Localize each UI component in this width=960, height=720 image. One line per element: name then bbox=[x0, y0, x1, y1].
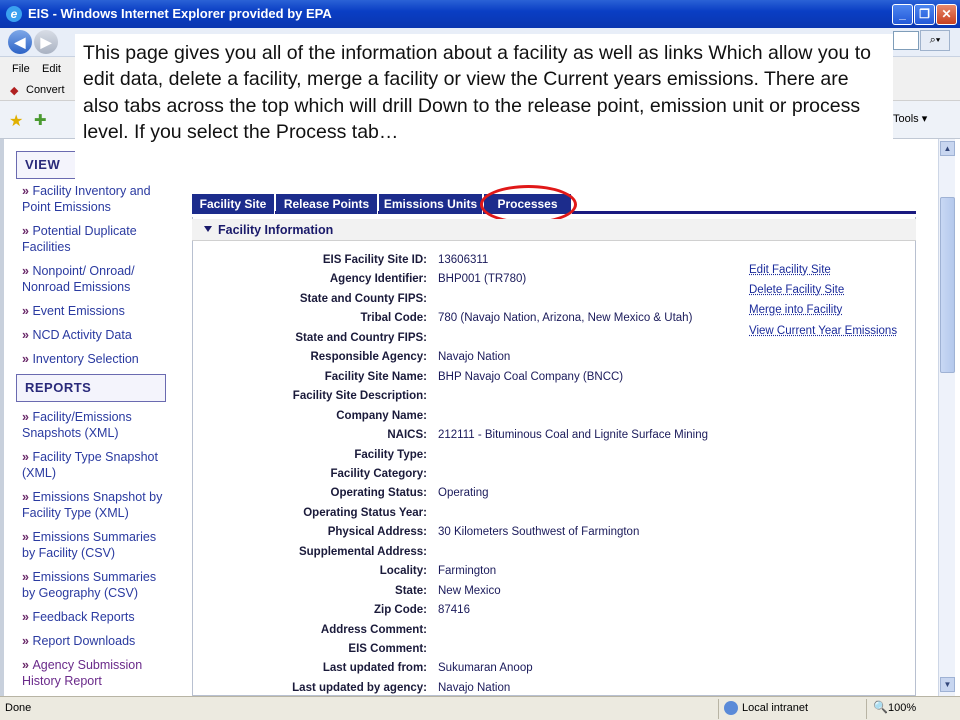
field-label: State: bbox=[395, 585, 427, 597]
status-divider bbox=[718, 699, 719, 719]
field-value: Operating bbox=[438, 487, 489, 499]
sidebar-item-inventory-selection[interactable]: » Inventory Selection bbox=[22, 351, 172, 367]
field-label: Operating Status Year: bbox=[303, 507, 427, 519]
edit-facility-link[interactable]: Edit Facility Site bbox=[749, 264, 831, 276]
close-button[interactable]: ✕ bbox=[936, 4, 957, 25]
sidebar-item-ncd-activity[interactable]: » NCD Activity Data bbox=[22, 327, 172, 343]
merge-facility-link[interactable]: Merge into Facility bbox=[749, 304, 842, 316]
field-value: BHP001 (TR780) bbox=[438, 273, 527, 285]
field-label: Responsible Agency: bbox=[310, 351, 427, 363]
sidebar-item-event-emissions[interactable]: » Event Emissions bbox=[22, 303, 172, 319]
forward-button[interactable]: ▶ bbox=[34, 30, 58, 54]
sidebar-item-potential-duplicates[interactable]: » Potential Duplicate Facilities bbox=[22, 223, 172, 255]
field-label: Locality: bbox=[379, 565, 427, 577]
sidebar-item-nonpoint-emissions[interactable]: » Nonpoint/ Onroad/ Nonroad Emissions bbox=[22, 263, 172, 295]
field-label: Company Name: bbox=[336, 410, 427, 422]
field-value: Sukumaran Anoop bbox=[438, 662, 533, 674]
field-label: Physical Address: bbox=[327, 526, 427, 538]
tools-label: Tools bbox=[893, 113, 919, 125]
reports-section-header: REPORTS bbox=[16, 374, 166, 402]
field-label: Address Comment: bbox=[320, 624, 427, 636]
field-value: 212111 - Bituminous Coal and Lignite Sur… bbox=[438, 429, 708, 441]
field-label: Zip Code: bbox=[373, 604, 427, 616]
field-value: 87416 bbox=[438, 604, 470, 616]
field-label: Last updated from: bbox=[322, 662, 427, 674]
menu-file[interactable]: File bbox=[12, 63, 30, 75]
convert-icon: ◆ bbox=[10, 85, 19, 97]
field-value: Navajo Nation bbox=[438, 351, 511, 363]
tab-facility-site[interactable]: Facility Site bbox=[192, 194, 275, 214]
field-value: Farmington bbox=[438, 565, 497, 577]
status-divider bbox=[866, 699, 867, 719]
scroll-up-icon[interactable]: ▲ bbox=[940, 141, 955, 156]
field-label: Supplemental Address: bbox=[298, 546, 427, 558]
menu-edit[interactable]: Edit bbox=[42, 63, 61, 75]
field-label: Last updated by agency: bbox=[292, 682, 427, 694]
view-emissions-link[interactable]: View Current Year Emissions bbox=[749, 325, 897, 337]
vertical-scrollbar[interactable]: ▲ ▼ bbox=[938, 139, 955, 696]
field-label: EIS Comment: bbox=[348, 643, 427, 655]
field-label: State and County FIPS: bbox=[299, 293, 427, 305]
delete-facility-link[interactable]: Delete Facility Site bbox=[749, 284, 844, 296]
sidebar-item-summaries-facility[interactable]: » Emissions Summaries by Facility (CSV) bbox=[22, 529, 172, 561]
status-text: Done bbox=[5, 702, 32, 714]
field-label: State and Country FIPS: bbox=[295, 332, 427, 344]
field-label: Tribal Code: bbox=[360, 312, 427, 324]
field-label: Facility Site Description: bbox=[292, 390, 427, 402]
tab-emissions-units[interactable]: Emissions Units bbox=[379, 194, 483, 214]
sidebar-item-agency-submission[interactable]: » Agency Submission History Report bbox=[22, 657, 172, 689]
intranet-icon bbox=[724, 701, 738, 715]
tools-menu[interactable]: Tools ▾ bbox=[893, 112, 927, 125]
window-title: EIS - Windows Internet Explorer provided… bbox=[28, 6, 332, 21]
field-value: 30 Kilometers Southwest of Farmington bbox=[438, 526, 640, 538]
sidebar-item-summaries-geography[interactable]: » Emissions Summaries by Geography (CSV) bbox=[22, 569, 172, 601]
back-button[interactable]: ◀ bbox=[8, 30, 32, 54]
field-label: Facility Type: bbox=[354, 449, 427, 461]
tab-release-points[interactable]: Release Points bbox=[276, 194, 378, 214]
search-input[interactable] bbox=[893, 31, 919, 50]
zoom-icon[interactable]: 🔍 bbox=[873, 700, 888, 714]
field-label: NAICS: bbox=[387, 429, 427, 441]
add-favorites-icon[interactable]: ✚ bbox=[34, 111, 47, 129]
field-value: Navajo Nation bbox=[438, 682, 511, 694]
field-label: Facility Site Name: bbox=[324, 371, 427, 383]
field-value: 13606311 bbox=[438, 254, 489, 266]
sidebar-item-emissions-snapshot[interactable]: » Emissions Snapshot by Facility Type (X… bbox=[22, 489, 172, 521]
restore-button[interactable]: ❐ bbox=[914, 4, 935, 25]
favorites-star-icon[interactable]: ★ bbox=[9, 111, 23, 131]
scroll-down-icon[interactable]: ▼ bbox=[940, 677, 955, 692]
field-label: EIS Facility Site ID: bbox=[322, 254, 427, 266]
security-zone: Local intranet bbox=[742, 702, 809, 714]
field-label: Facility Category: bbox=[330, 468, 428, 480]
callout-text: This page gives you all of the informati… bbox=[83, 42, 871, 143]
field-value: 780 (Navajo Nation, Arizona, New Mexico … bbox=[438, 312, 693, 324]
section-title: Facility Information bbox=[218, 223, 334, 237]
ie-logo-icon: e bbox=[6, 6, 22, 22]
zoom-level[interactable]: 100% bbox=[888, 702, 916, 714]
status-bar: Done Local intranet 🔍 100% bbox=[0, 696, 960, 720]
sidebar-item-facility-snapshots[interactable]: » Facility/Emissions Snapshots (XML) bbox=[22, 409, 172, 441]
field-value: New Mexico bbox=[438, 585, 501, 597]
sidebar-item-facility-type-snapshot[interactable]: » Facility Type Snapshot (XML) bbox=[22, 449, 172, 481]
search-button[interactable]: ⌕▾ bbox=[920, 30, 950, 51]
scroll-thumb[interactable] bbox=[940, 197, 955, 373]
sidebar-item-report-downloads[interactable]: » Report Downloads bbox=[22, 633, 172, 649]
field-value: BHP Navajo Coal Company (BNCC) bbox=[438, 371, 624, 383]
field-label: Agency Identifier: bbox=[329, 273, 427, 285]
collapse-arrow-icon[interactable] bbox=[204, 226, 212, 232]
convert-button[interactable]: Convert bbox=[26, 84, 65, 96]
window-title-bar: e EIS - Windows Internet Explorer provid… bbox=[0, 0, 960, 28]
field-label: Operating Status: bbox=[330, 487, 427, 499]
sidebar-item-facility-inventory[interactable]: » Facility Inventory and Point Emissions bbox=[22, 183, 172, 215]
minimize-button[interactable]: _ bbox=[892, 4, 913, 25]
sidebar-item-feedback-reports[interactable]: » Feedback Reports bbox=[22, 609, 172, 625]
